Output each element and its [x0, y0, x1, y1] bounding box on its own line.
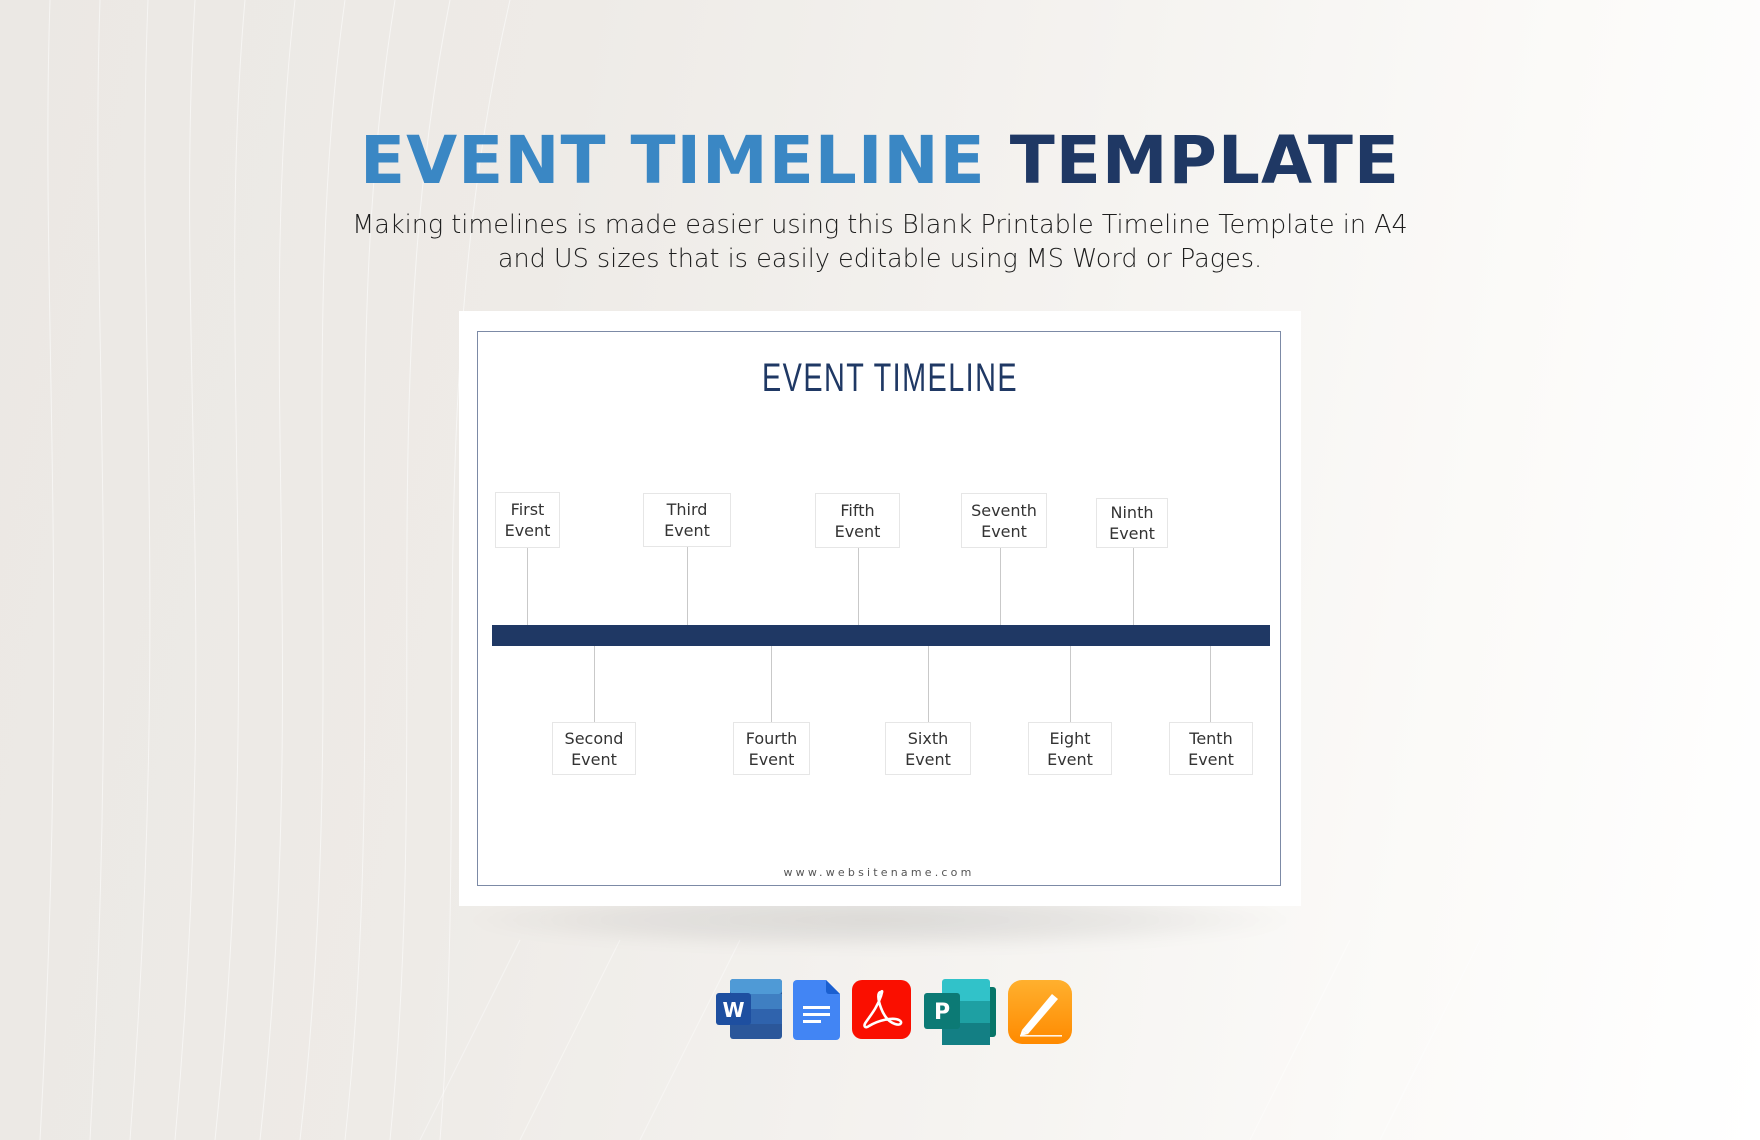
publisher-icon[interactable]: P	[924, 979, 997, 1045]
event-box-seventh: Seventh Event	[961, 493, 1047, 548]
event-label: Event	[905, 749, 951, 769]
event-box-tenth: Tenth Event	[1169, 722, 1253, 775]
pages-icon[interactable]	[1008, 980, 1072, 1044]
event-label: Eight	[1049, 728, 1091, 748]
timeline-bar	[492, 625, 1270, 646]
hero-subtitle: Making timelines is made easier using th…	[0, 208, 1760, 276]
event-connector	[527, 548, 528, 625]
event-connector	[1210, 646, 1211, 722]
event-label: Fifth	[840, 500, 875, 520]
svg-text:W: W	[722, 998, 744, 1022]
event-box-eighth: Eight Event	[1028, 722, 1112, 775]
event-label: Second	[564, 728, 624, 748]
event-label: Event	[748, 749, 795, 769]
hero-subtitle-line-2: and US sizes that is easily editable usi…	[497, 244, 1263, 274]
event-connector	[1070, 646, 1071, 722]
event-label: Event	[981, 521, 1027, 541]
event-connector	[687, 547, 688, 625]
event-box-fourth: Fourth Event	[733, 722, 810, 775]
event-connector	[928, 646, 929, 722]
event-box-fifth: Fifth Event	[815, 493, 900, 548]
event-label: Sixth	[907, 728, 949, 748]
google-docs-icon[interactable]	[793, 980, 840, 1040]
event-label: Third	[666, 500, 708, 519]
hero-title-suffix: TEMPLATE	[1009, 122, 1401, 199]
hero-subtitle-line-1: Making timelines is made easier using th…	[352, 210, 1408, 240]
adobe-pdf-icon[interactable]	[852, 980, 911, 1039]
event-box-first: First Event	[495, 492, 560, 548]
event-box-second: Second Event	[552, 722, 636, 775]
event-label: Event	[1109, 524, 1155, 543]
event-box-ninth: Ninth Event	[1096, 498, 1168, 548]
event-label: Event	[571, 749, 617, 769]
event-connector	[858, 548, 859, 625]
event-connector	[1000, 548, 1001, 625]
event-label: Tenth	[1189, 728, 1233, 748]
event-connector	[594, 646, 595, 722]
event-label: Seventh	[971, 500, 1037, 520]
website-url: www.websitename.com	[783, 866, 975, 879]
event-label: Event	[664, 521, 710, 540]
event-box-third: Third Event	[643, 493, 731, 547]
hero-title-highlight: EVENT TIMELINE	[359, 122, 986, 199]
event-label: Event	[1047, 749, 1093, 769]
word-icon[interactable]: W	[716, 979, 784, 1041]
event-label: Event	[504, 521, 551, 540]
document-frame-border	[477, 331, 1281, 886]
svg-text:P: P	[934, 1000, 950, 1025]
event-label: Event	[834, 521, 881, 541]
event-box-sixth: Sixth Event	[885, 722, 971, 775]
event-connector	[1133, 548, 1134, 625]
event-connector	[771, 646, 772, 722]
hero-title: EVENT TIMELINE TEMPLATE	[0, 128, 1760, 194]
event-label: First	[510, 500, 545, 519]
event-label: Ninth	[1110, 503, 1154, 522]
event-label: Event	[1188, 749, 1234, 769]
document-title: EVENT TIMELINE	[762, 356, 1018, 400]
event-label: Fourth	[745, 728, 798, 748]
